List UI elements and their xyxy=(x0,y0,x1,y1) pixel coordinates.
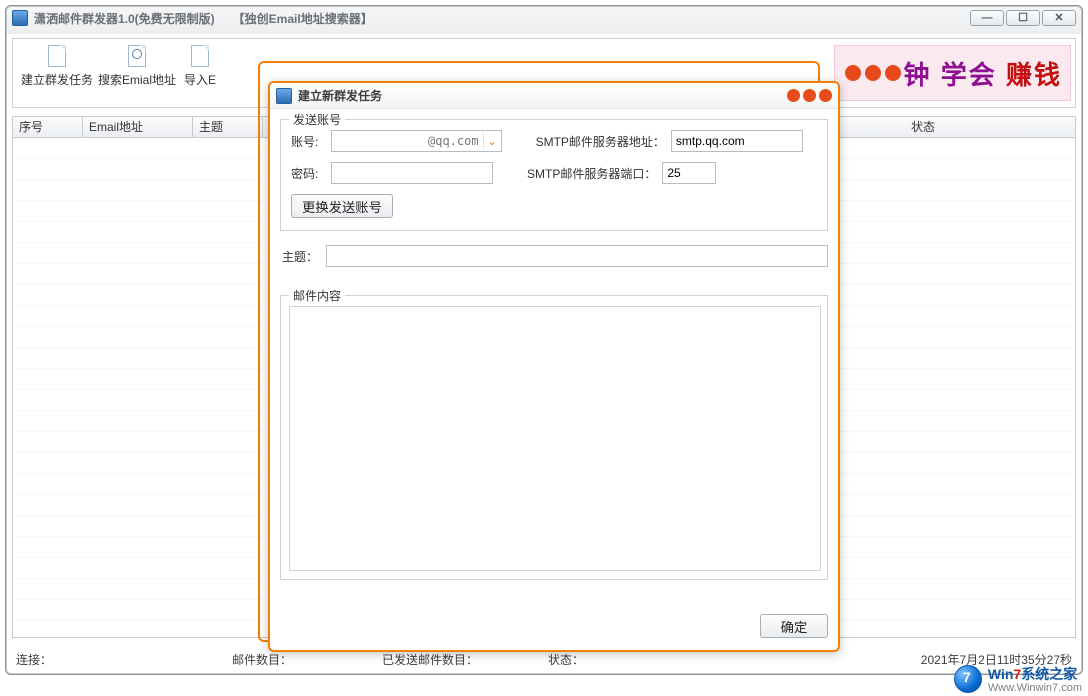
toolbar-import-label: 导入E xyxy=(184,71,216,88)
content-textarea[interactable] xyxy=(289,306,821,571)
content-group: 邮件内容 xyxy=(280,295,828,580)
status-state: 状态： xyxy=(548,651,584,668)
toolbar-search-email[interactable]: 搜索Emial地址 xyxy=(97,45,177,88)
search-file-icon xyxy=(128,45,146,67)
dialog-dots xyxy=(787,89,832,102)
win7-orb-icon xyxy=(954,665,982,693)
new-file-icon xyxy=(48,45,66,67)
toolbar-search-label: 搜索Emial地址 xyxy=(98,71,176,88)
dot-icon xyxy=(865,65,881,81)
status-conn: 连接： xyxy=(16,651,52,668)
main-title-text: 潇洒邮件群发器1.0(免费无限制版) 【独创Email地址搜索器】 xyxy=(34,12,373,26)
dialog-icon xyxy=(276,88,292,104)
col-email[interactable]: Email地址 xyxy=(83,117,193,137)
promo-banner: 钟 学会 赚钱 xyxy=(834,45,1071,101)
col-seq[interactable]: 序号 xyxy=(13,117,83,137)
account-input[interactable] xyxy=(332,131,424,151)
smtp-addr-input[interactable] xyxy=(671,130,803,152)
smtp-port-label: SMTP邮件服务器端口： xyxy=(527,165,656,182)
toolbar-import[interactable]: 导入E xyxy=(177,45,223,88)
account-suffix: @qq.com xyxy=(424,134,483,148)
dot-icon xyxy=(845,65,861,81)
create-task-dialog: 建立新群发任务 发送账号 账号: @qq.com ⌄ SMTP邮件服务器地址： xyxy=(268,81,840,652)
promo-pre: 钟 xyxy=(903,60,931,90)
change-account-button[interactable]: 更换发送账号 xyxy=(291,194,393,218)
import-icon xyxy=(191,45,209,67)
subject-input[interactable] xyxy=(326,245,828,267)
col-subject[interactable]: 主题 xyxy=(193,117,263,137)
wm-c: 系统之家 xyxy=(1021,666,1077,682)
dialog-title-text: 建立新群发任务 xyxy=(298,87,382,104)
wm-url: Www.Winwin7.com xyxy=(988,682,1082,694)
col-status[interactable]: 状态 xyxy=(905,117,1075,137)
smtp-port-input[interactable] xyxy=(662,162,716,184)
ok-button[interactable]: 确定 xyxy=(760,614,828,638)
app-icon xyxy=(12,10,28,26)
wm-a: Win xyxy=(988,666,1014,682)
toolbar-create-task[interactable]: 建立群发任务 xyxy=(17,45,97,88)
account-label: 账号: xyxy=(291,133,325,150)
smtp-addr-label: SMTP邮件服务器地址： xyxy=(536,133,665,150)
toolbar-create-label: 建立群发任务 xyxy=(21,71,93,88)
close-button[interactable]: ✕ xyxy=(1042,10,1076,26)
account-legend: 发送账号 xyxy=(289,111,345,128)
content-legend: 邮件内容 xyxy=(289,287,345,304)
password-label: 密码: xyxy=(291,165,325,182)
main-title-bar: 潇洒邮件群发器1.0(免费无限制版) 【独创Email地址搜索器】 — ☐ ✕ xyxy=(6,6,1082,32)
minimize-button[interactable]: — xyxy=(970,10,1004,26)
promo-t1: 学会 xyxy=(941,60,997,90)
chevron-down-icon[interactable]: ⌄ xyxy=(483,132,501,150)
status-sent: 已发送邮件数目： xyxy=(382,651,478,668)
promo-t2: 赚钱 xyxy=(1006,60,1062,90)
subject-label: 主题： xyxy=(282,248,318,265)
account-combo[interactable]: @qq.com ⌄ xyxy=(331,130,502,152)
watermark: Win7系统之家 Www.Winwin7.com xyxy=(954,664,1082,694)
account-group: 发送账号 账号: @qq.com ⌄ SMTP邮件服务器地址： 密码: xyxy=(280,119,828,231)
maximize-button[interactable]: ☐ xyxy=(1006,10,1040,26)
password-input[interactable] xyxy=(331,162,493,184)
dialog-title-bar[interactable]: 建立新群发任务 xyxy=(270,83,838,109)
status-mails: 邮件数目： xyxy=(232,651,292,668)
dot-icon xyxy=(885,65,901,81)
